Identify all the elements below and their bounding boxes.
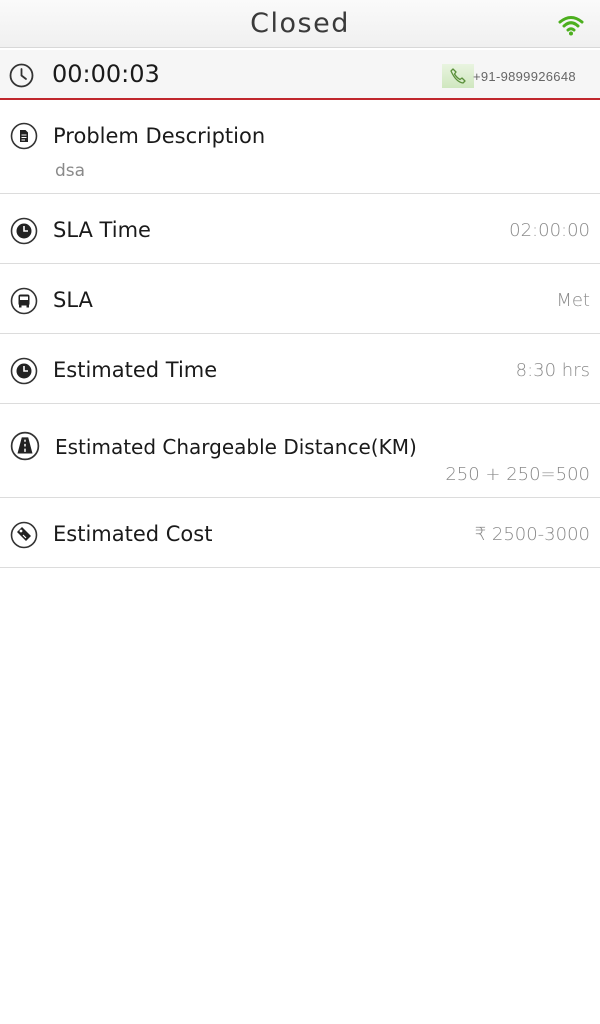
estimated-time-row: Estimated Time 8:30 hrs — [0, 334, 600, 404]
timer-icon — [10, 217, 38, 245]
bus-icon — [10, 287, 38, 315]
sla-time-row: SLA Time 02:00:00 — [0, 194, 600, 264]
problem-description-value: dsa — [55, 161, 86, 181]
estimated-time-value: 8:30 hrs — [515, 360, 590, 381]
estimated-distance-value: 250 + 250=500 — [445, 464, 590, 485]
sla-label: SLA — [53, 288, 93, 312]
estimated-cost-row: Estimated Cost ₹ 2500-3000 — [0, 498, 600, 568]
problem-description-label: Problem Description — [53, 124, 266, 148]
wifi-icon — [558, 16, 584, 36]
elapsed-timer: 00:00:03 — [52, 60, 160, 88]
timer-icon — [10, 357, 38, 385]
sla-time-label: SLA Time — [53, 218, 151, 242]
estimated-time-label: Estimated Time — [53, 358, 218, 382]
sla-value: Met — [556, 290, 590, 311]
estimated-distance-row: Estimated Chargeable Distance(KM) 250 + … — [0, 404, 600, 498]
price-tag-icon — [10, 521, 38, 549]
phone-number[interactable]: +91-9899926648 — [473, 69, 576, 84]
sla-row: SLA Met — [0, 264, 600, 334]
problem-description-row: Problem Description dsa — [0, 101, 600, 194]
timer-bar: 00:00:03 +91-9899926648 — [0, 50, 600, 100]
estimated-distance-label: Estimated Chargeable Distance(KM) — [55, 435, 417, 459]
call-button[interactable]: +91-9899926648 — [442, 64, 577, 88]
phone-icon[interactable] — [442, 64, 474, 88]
document-icon — [10, 122, 38, 150]
clock-icon — [9, 63, 34, 88]
estimated-cost-label: Estimated Cost — [53, 522, 213, 546]
page-title: Closed — [250, 8, 350, 39]
road-icon — [10, 431, 40, 461]
title-bar: Closed — [0, 0, 600, 48]
sla-time-value: 02:00:00 — [509, 220, 590, 241]
estimated-cost-value: ₹ 2500-3000 — [474, 524, 590, 545]
